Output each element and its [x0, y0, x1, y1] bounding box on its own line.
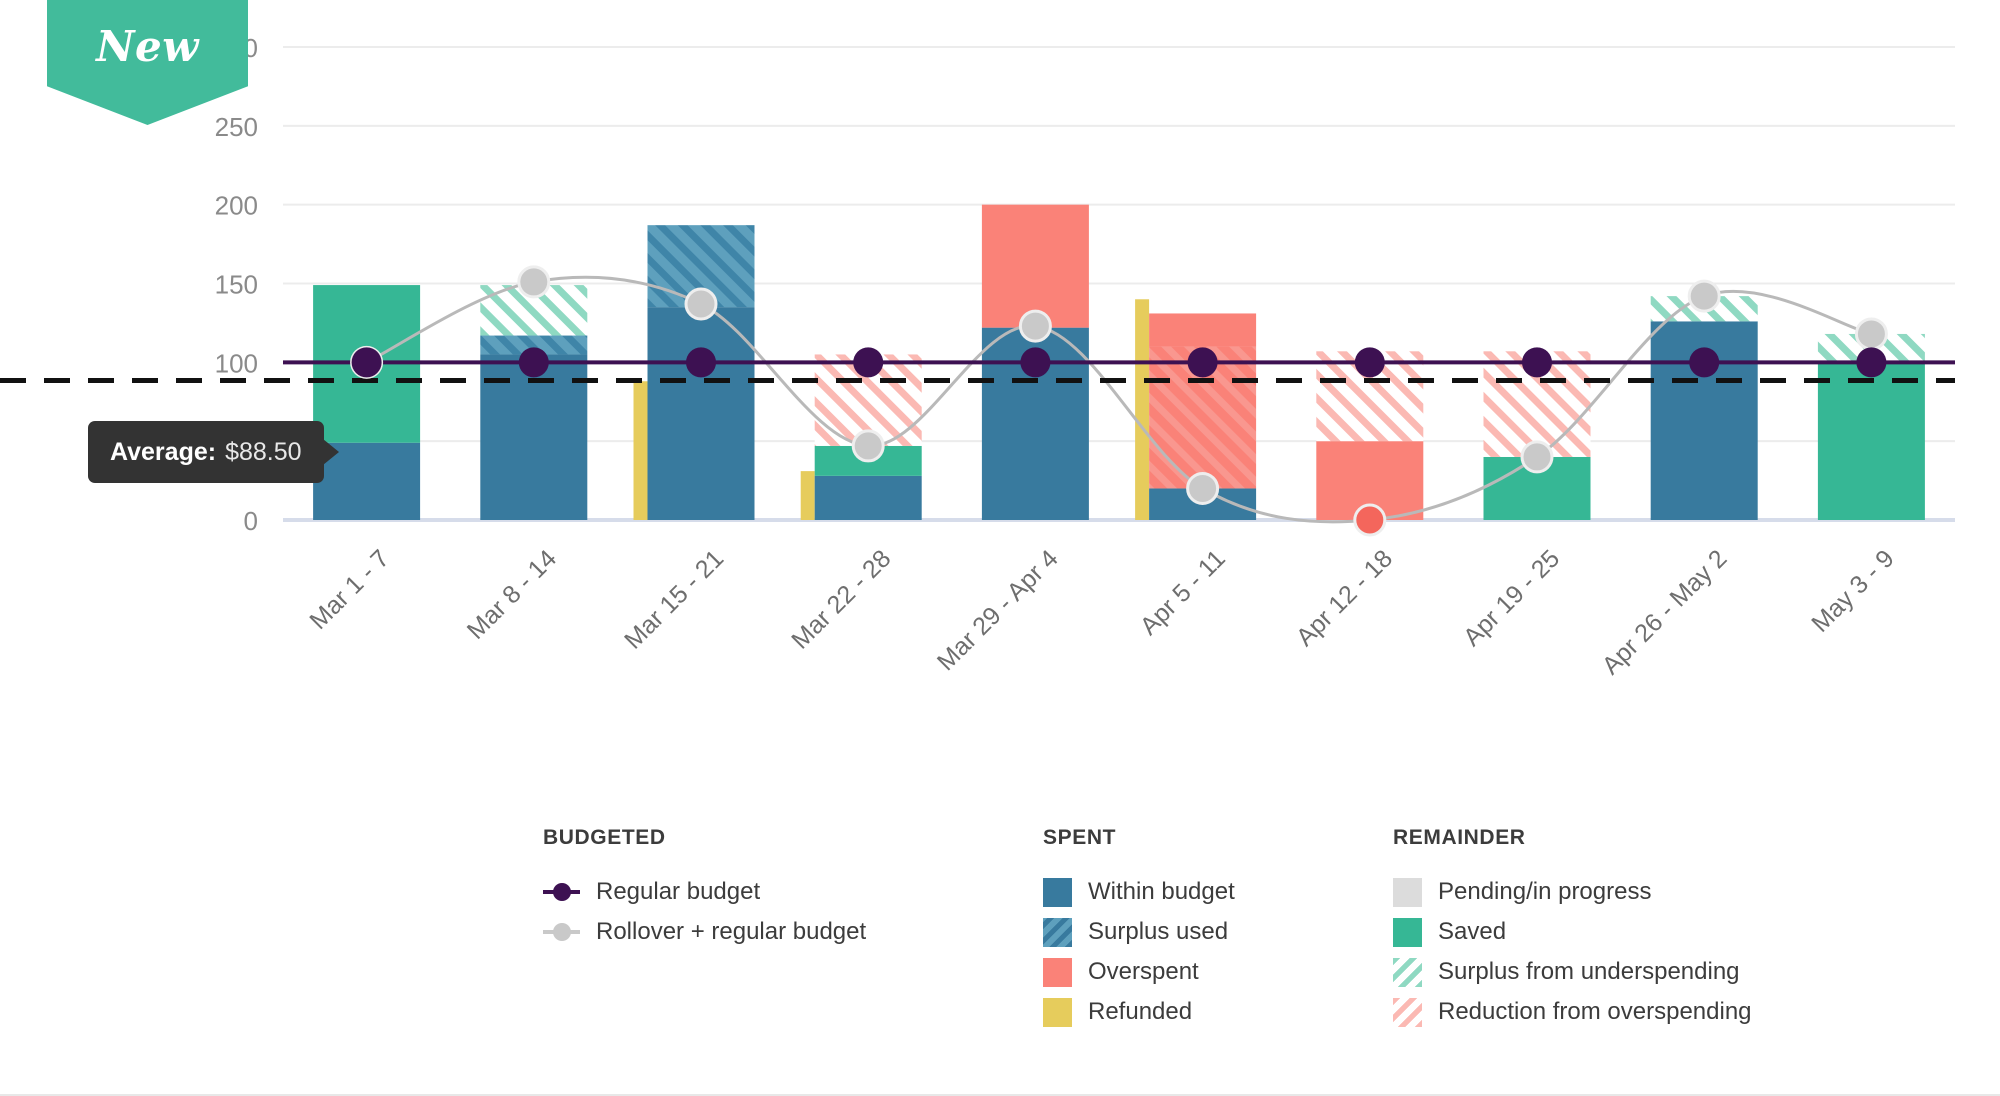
legend-group-title: BUDGETED: [543, 826, 666, 849]
bar-segment: [1149, 313, 1257, 347]
new-badge: New: [47, 0, 248, 125]
legend-color-swatch: [1043, 997, 1072, 1027]
x-tick-label: Apr 26 - May 2: [1597, 544, 1733, 680]
regular-budget-marker[interactable]: [1689, 347, 1720, 378]
legend-item[interactable]: Surplus from underspending: [1393, 952, 1993, 992]
legend-item[interactable]: Saved: [1393, 912, 1993, 952]
legend-item[interactable]: Regular budget: [543, 872, 1043, 912]
legend-item[interactable]: Overspent: [1043, 952, 1393, 992]
bar-segment: [1817, 362, 1925, 520]
rollover-budget-marker[interactable]: [851, 429, 885, 463]
budget-chart-page: New 0 100 150 200 250 Mar 1 - 7 Mar 8 - …: [0, 0, 2000, 1096]
legend-dot: [552, 923, 571, 941]
legend-item[interactable]: Within budget: [1043, 872, 1393, 912]
legend-item[interactable]: Refunded: [1043, 992, 1393, 1032]
rollover-budget-marker[interactable]: [517, 265, 551, 299]
legend-color-swatch: [1393, 957, 1422, 987]
legend-color-swatch: [1393, 917, 1422, 947]
x-tick-label: Mar 1 - 7: [304, 544, 395, 635]
legend-color-swatch: [1393, 997, 1422, 1027]
x-tick-label: Apr 12 - 18: [1291, 544, 1398, 651]
y-tick-label: 100: [215, 348, 258, 378]
regular-budget-marker[interactable]: [518, 347, 549, 378]
legend-item[interactable]: Pending/in progress: [1393, 872, 1993, 912]
legend-item-label: Surplus from underspending: [1438, 958, 1740, 985]
chart-canvas: 050100150200250300 Mar 1 - 7Mar 8 - 14Ma…: [0, 33, 1955, 680]
regular-budget-marker[interactable]: [1020, 347, 1051, 378]
y-tick-label: 200: [215, 191, 258, 221]
legend-items-budgeted: Regular budget Rollover + regular budget: [543, 872, 1043, 952]
regular-budget-marker[interactable]: [1522, 347, 1552, 378]
legend-color-swatch: [1043, 877, 1072, 907]
average-tooltip-value: $88.50: [225, 437, 302, 466]
average-tooltip: Average: $88.50: [88, 421, 339, 483]
y-tick-label: 0: [244, 506, 258, 536]
y-tick-label: 150: [215, 270, 258, 300]
legend-items-remainder: Pending/in progress Saved Surplus from und…: [1393, 872, 1993, 1032]
legend-group-budgeted: BUDGETED Regular budget Rollover + regula…: [543, 826, 1043, 1032]
chart-legend: BUDGETED Regular budget Rollover + regula…: [0, 826, 2000, 1032]
legend-color-swatch: [1043, 917, 1072, 947]
rollover-budget-marker[interactable]: [1353, 503, 1387, 537]
x-axis-tick-labels: Mar 1 - 7 Mar 8 - 14 Mar 15 - 21 Mar 22 - 2…: [304, 544, 1899, 680]
legend-item-label: Saved: [1438, 918, 1507, 945]
regular-budget-marker[interactable]: [351, 347, 382, 378]
legend-item[interactable]: Rollover + regular budget: [543, 912, 1043, 952]
legend-dot: [552, 883, 571, 901]
x-tick-label: Mar 22 - 28: [786, 544, 896, 654]
rollover-budget-line: [365, 275, 1872, 524]
x-tick-label: Mar 29 - Apr 4: [932, 544, 1064, 676]
regular-budget-marker[interactable]: [1187, 347, 1218, 378]
bar-segment: [814, 475, 922, 520]
legend-item[interactable]: Surplus used: [1043, 912, 1393, 952]
tooltip-arrow-icon: [322, 439, 339, 465]
legend-color-swatch: [1393, 877, 1422, 907]
average-tooltip-label: Average:: [110, 437, 217, 466]
bar-segment: [647, 307, 755, 520]
legend-items-spent: Within budget Surplus used Overspent Refund…: [1043, 872, 1393, 1032]
x-tick-label: Mar 8 - 14: [462, 544, 562, 644]
legend-line-marker-icon: [543, 923, 580, 941]
legend-group-remainder: REMAINDER Pending/in progress Saved Surplu…: [1393, 826, 1993, 1032]
legend-item-label: Reduction from overspending: [1438, 998, 1752, 1025]
legend-item-label: Pending/in progress: [1438, 878, 1652, 905]
legend-item[interactable]: Reduction from overspending: [1393, 992, 1993, 1032]
rollover-budget-marker[interactable]: [1186, 471, 1220, 505]
rollover-budget-marker[interactable]: [1854, 317, 1888, 351]
regular-budget-marker[interactable]: [686, 347, 716, 378]
x-tick-label: Mar 15 - 21: [619, 544, 729, 654]
regular-budget-marker[interactable]: [853, 347, 884, 378]
x-tick-label: Apr 19 - 25: [1458, 544, 1565, 651]
legend-group-spent: SPENT Within budget Surplus used Overspent…: [1043, 826, 1393, 1032]
x-tick-label: May 3 - 9: [1806, 544, 1899, 637]
budget-chart: 050100150200250300 Mar 1 - 7Mar 8 - 14Ma…: [0, 0, 2000, 700]
bar-segment: [981, 204, 1089, 328]
legend-line-marker-icon: [543, 883, 580, 901]
legend-item-label: Within budget: [1088, 878, 1235, 905]
bar-segment-refunded: [633, 381, 648, 520]
legend-group-title: SPENT: [1043, 826, 1117, 849]
legend-item-label: Surplus used: [1088, 918, 1229, 945]
rollover-budget-marker[interactable]: [1018, 309, 1052, 343]
x-tick-label: Apr 5 - 11: [1135, 544, 1231, 640]
legend-item-label: Overspent: [1088, 958, 1199, 985]
new-badge-label: New: [96, 22, 199, 71]
rollover-budget-marker[interactable]: [684, 287, 718, 321]
regular-budget-marker[interactable]: [1354, 347, 1385, 378]
legend-item-label: Regular budget: [596, 878, 761, 905]
bar-segment-refunded: [800, 471, 815, 520]
rollover-budget-marker[interactable]: [1520, 440, 1554, 474]
legend-color-swatch: [1043, 957, 1072, 987]
bar-segment-refunded: [1135, 299, 1150, 520]
rollover-curve: [365, 275, 1872, 524]
legend-item-label: Refunded: [1088, 998, 1193, 1025]
legend-item-label: Rollover + regular budget: [596, 918, 867, 945]
legend-group-title: REMAINDER: [1393, 826, 1526, 849]
regular-budget-marker[interactable]: [1856, 347, 1887, 378]
rollover-budget-marker[interactable]: [1687, 279, 1721, 313]
